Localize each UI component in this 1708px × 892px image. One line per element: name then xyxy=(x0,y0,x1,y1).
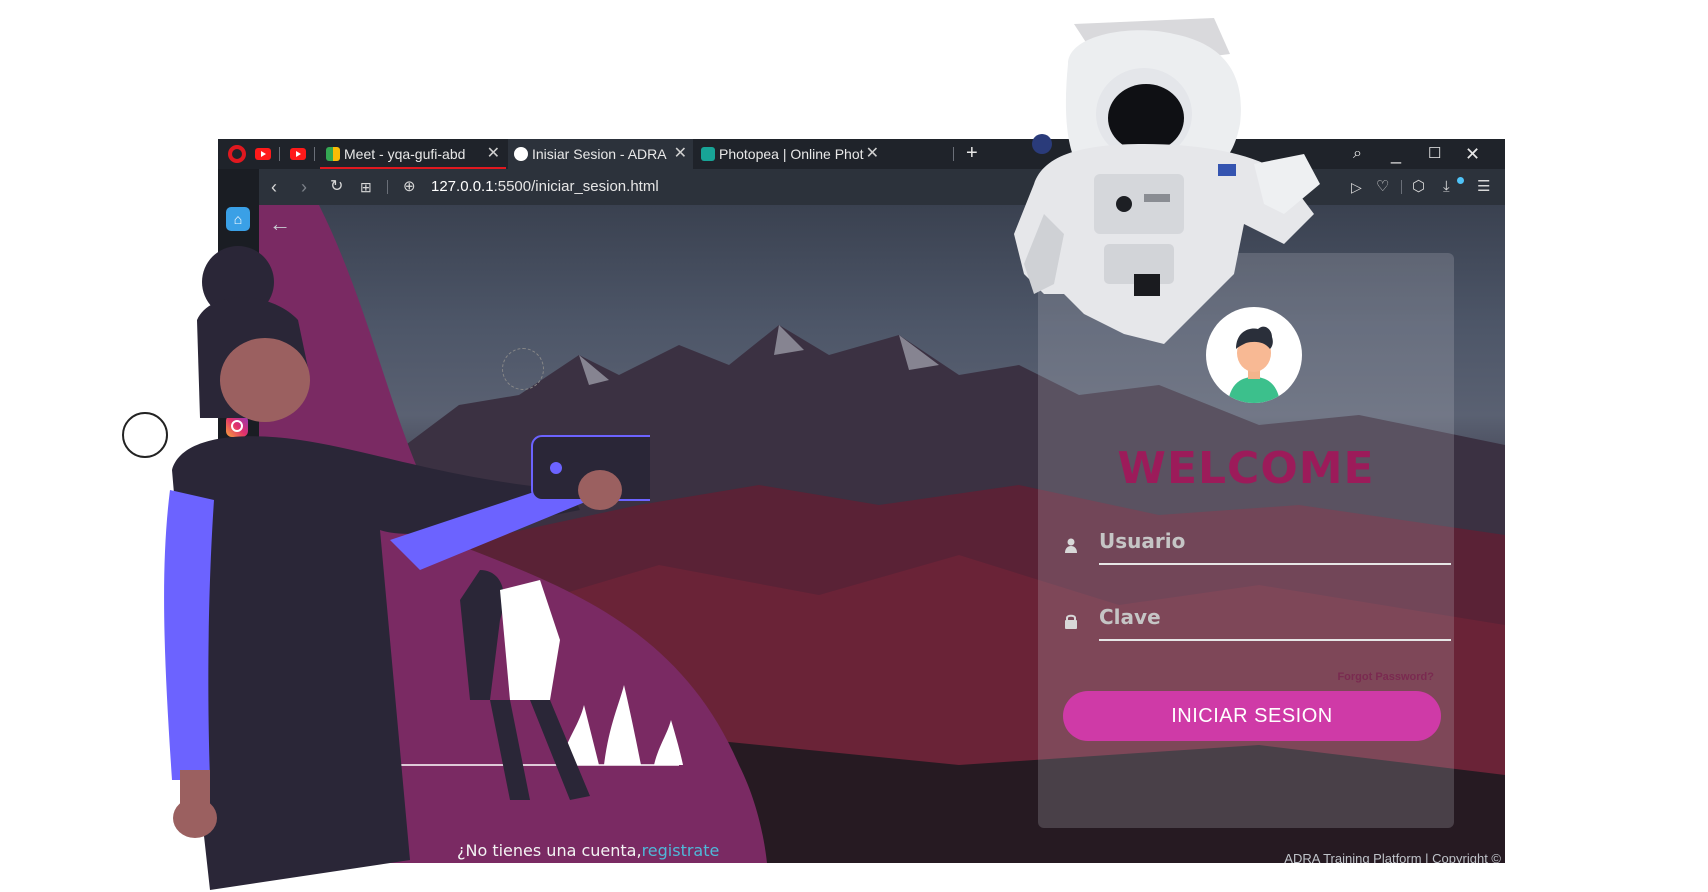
woman-selfie-illustration xyxy=(164,246,650,890)
password-placeholder: Clave xyxy=(1099,605,1161,629)
tab-separator xyxy=(314,147,315,161)
download-icon[interactable]: ⤓ xyxy=(1443,169,1450,205)
tab-label: Photopea | Online Phot xyxy=(719,146,864,162)
url-field[interactable]: 127.0.0.1:5500/iniciar_sesion.html xyxy=(431,169,659,205)
back-arrow-icon[interactable]: ← xyxy=(269,211,291,237)
forgot-password-link[interactable]: Forgot Password? xyxy=(1337,671,1434,683)
iniciar-sesion-button[interactable]: INICIAR SESION xyxy=(1063,691,1441,741)
photopea-icon xyxy=(701,147,715,161)
forward-icon[interactable]: › xyxy=(301,169,307,205)
new-tab-button[interactable]: + xyxy=(966,139,978,167)
meet-icon xyxy=(326,147,340,161)
heart-icon[interactable]: ♡ xyxy=(1376,169,1389,205)
opera-icon[interactable] xyxy=(228,145,246,163)
youtube-icon[interactable] xyxy=(290,148,306,160)
register-link[interactable]: registrate xyxy=(642,841,720,860)
globe-icon: ⊕ xyxy=(403,178,416,195)
home-icon[interactable]: ⌂ xyxy=(226,207,250,231)
tab-label: Meet - yqa-gufi-abd xyxy=(344,146,466,162)
decorative-circle xyxy=(502,348,544,390)
nav-separator xyxy=(387,180,388,194)
copyright-text: ADRA Training Platform | Copyright © xyxy=(1284,851,1501,863)
tab-iniciar-sesion[interactable]: Inisiar Sesion - ADRA ✕ xyxy=(508,139,693,169)
astronaut-illustration xyxy=(1014,18,1320,344)
tab-separator xyxy=(953,147,954,161)
decorative-circle xyxy=(122,412,168,458)
tab-meet[interactable]: Meet - yqa-gufi-abd ✕ xyxy=(320,139,506,169)
tab-photopea[interactable]: Photopea | Online Phot ✕ xyxy=(695,139,885,169)
welcome-heading: WELCOME xyxy=(1117,443,1375,494)
youtube-icon[interactable] xyxy=(255,148,271,160)
download-badge xyxy=(1457,177,1464,184)
password-field[interactable]: Clave xyxy=(1063,601,1451,641)
back-icon[interactable]: ‹ xyxy=(271,169,277,205)
menu-icon[interactable]: ☰ xyxy=(1477,169,1490,205)
user-icon xyxy=(1065,538,1077,553)
tab-label: Inisiar Sesion - ADRA xyxy=(532,146,667,162)
username-placeholder: Usuario xyxy=(1099,529,1186,553)
tabs-grid-icon[interactable]: ⊞ xyxy=(360,169,372,205)
tab-close-icon[interactable]: ✕ xyxy=(674,139,687,169)
close-icon[interactable]: ✕ xyxy=(1465,139,1480,169)
url-path: :5500/iniciar_sesion.html xyxy=(493,178,659,195)
maximize-icon[interactable]: ☐ xyxy=(1428,139,1441,169)
adra-icon xyxy=(514,147,528,161)
tab-close-icon[interactable]: ✕ xyxy=(487,139,500,167)
reload-icon[interactable]: ↻ xyxy=(330,169,343,205)
cube-icon[interactable]: ⬡ xyxy=(1412,169,1425,205)
send-icon[interactable]: ▷ xyxy=(1351,169,1362,205)
search-icon[interactable]: ⌕ xyxy=(1353,139,1362,169)
tab-separator xyxy=(279,147,280,161)
nav-separator xyxy=(1401,180,1402,194)
password-underline xyxy=(1099,639,1451,641)
url-host: 127.0.0.1 xyxy=(431,178,494,195)
minimize-icon[interactable]: _ xyxy=(1391,139,1401,169)
username-field[interactable]: Usuario xyxy=(1063,525,1451,565)
username-underline xyxy=(1099,563,1451,565)
lock-icon xyxy=(1065,614,1077,629)
tab-close-icon[interactable]: ✕ xyxy=(866,139,879,169)
